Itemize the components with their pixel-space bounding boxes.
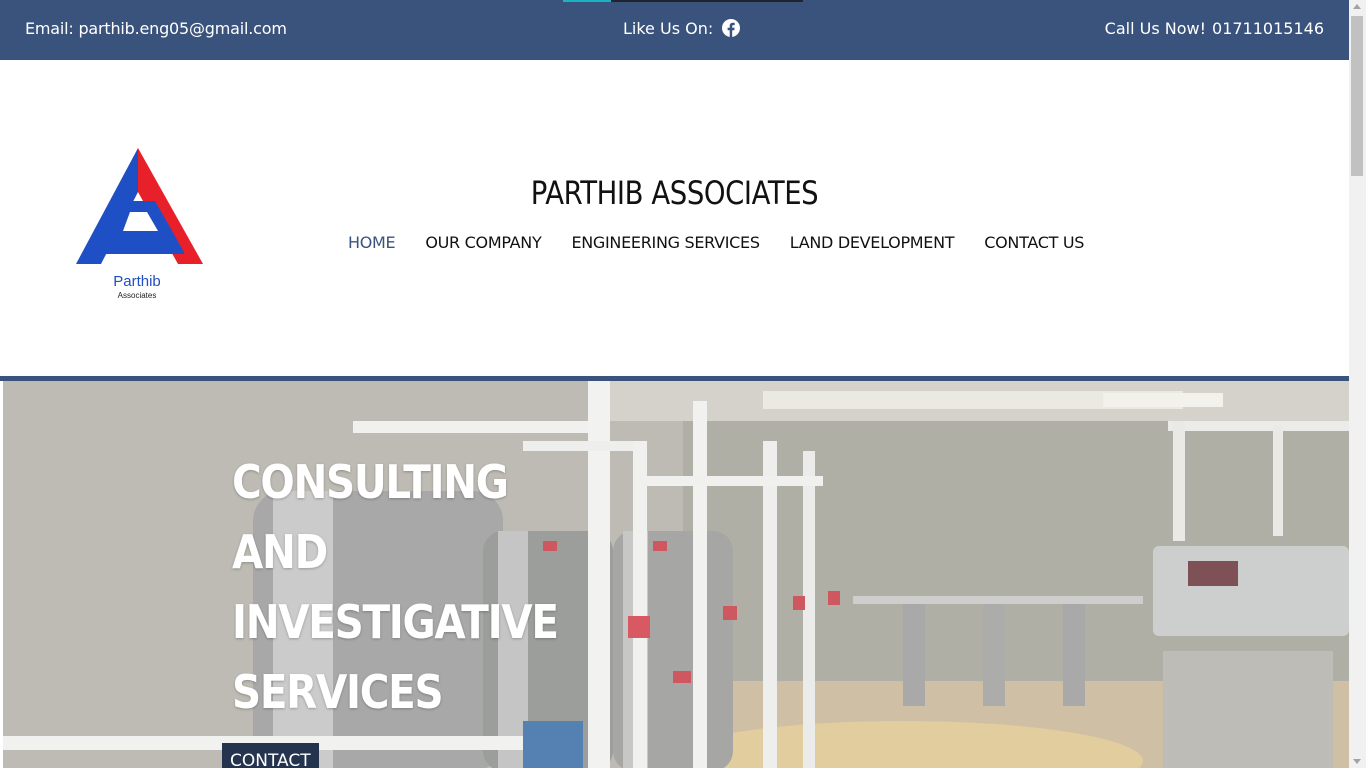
social-links: Like Us On:	[623, 19, 741, 38]
contact-button[interactable]: CONTACT	[222, 743, 319, 768]
hero-background-image	[3, 381, 1349, 768]
hero-heading: CONSULTING AND INVESTIGATIVE SERVICES	[232, 447, 652, 727]
hero-line-2: AND	[232, 525, 328, 579]
nav-item-contact-us[interactable]: CONTACT US	[969, 233, 1099, 252]
phone-link[interactable]: 01711015146	[1212, 19, 1324, 38]
scroll-down-icon[interactable]	[1353, 759, 1361, 764]
call-info: Call Us Now! 01711015146	[1105, 19, 1324, 38]
site-title: PARTHIB ASSOCIATES	[530, 174, 819, 212]
logo-subtitle: Associates	[118, 291, 157, 300]
hero-line-4: SERVICES	[232, 665, 444, 719]
top-accent-line	[563, 0, 803, 2]
facebook-icon[interactable]	[722, 19, 741, 37]
nav-item-our-company[interactable]: OUR COMPANY	[410, 233, 556, 252]
nav-item-land-development[interactable]: LAND DEVELOPMENT	[775, 233, 970, 252]
email-link[interactable]: Email: parthib.eng05@gmail.com	[25, 19, 287, 38]
scroll-up-icon[interactable]	[1353, 4, 1361, 9]
page: Email: parthib.eng05@gmail.com Like Us O…	[0, 0, 1349, 768]
logo-name: Parthib	[113, 273, 161, 290]
hero-line-1: CONSULTING	[232, 455, 509, 509]
vertical-scrollbar[interactable]	[1349, 0, 1366, 768]
hero-banner: CONSULTING AND INVESTIGATIVE SERVICES CO…	[3, 381, 1349, 768]
hero-line-3: INVESTIGATIVE	[232, 595, 559, 649]
nav-item-home[interactable]: HOME	[333, 233, 410, 252]
call-label: Call Us Now!	[1104, 19, 1207, 38]
nav-item-engineering-services[interactable]: ENGINEERING SERVICES	[556, 233, 774, 252]
top-info-bar: Email: parthib.eng05@gmail.com Like Us O…	[0, 0, 1349, 60]
like-label: Like Us On:	[623, 19, 714, 38]
site-header: Parthib Associates PARTHIB ASSOCIATES HO…	[0, 60, 1349, 376]
scrollbar-thumb[interactable]	[1351, 16, 1363, 176]
main-nav: HOME OUR COMPANY ENGINEERING SERVICES LA…	[333, 233, 1099, 252]
company-logo[interactable]: Parthib Associates	[75, 146, 205, 302]
